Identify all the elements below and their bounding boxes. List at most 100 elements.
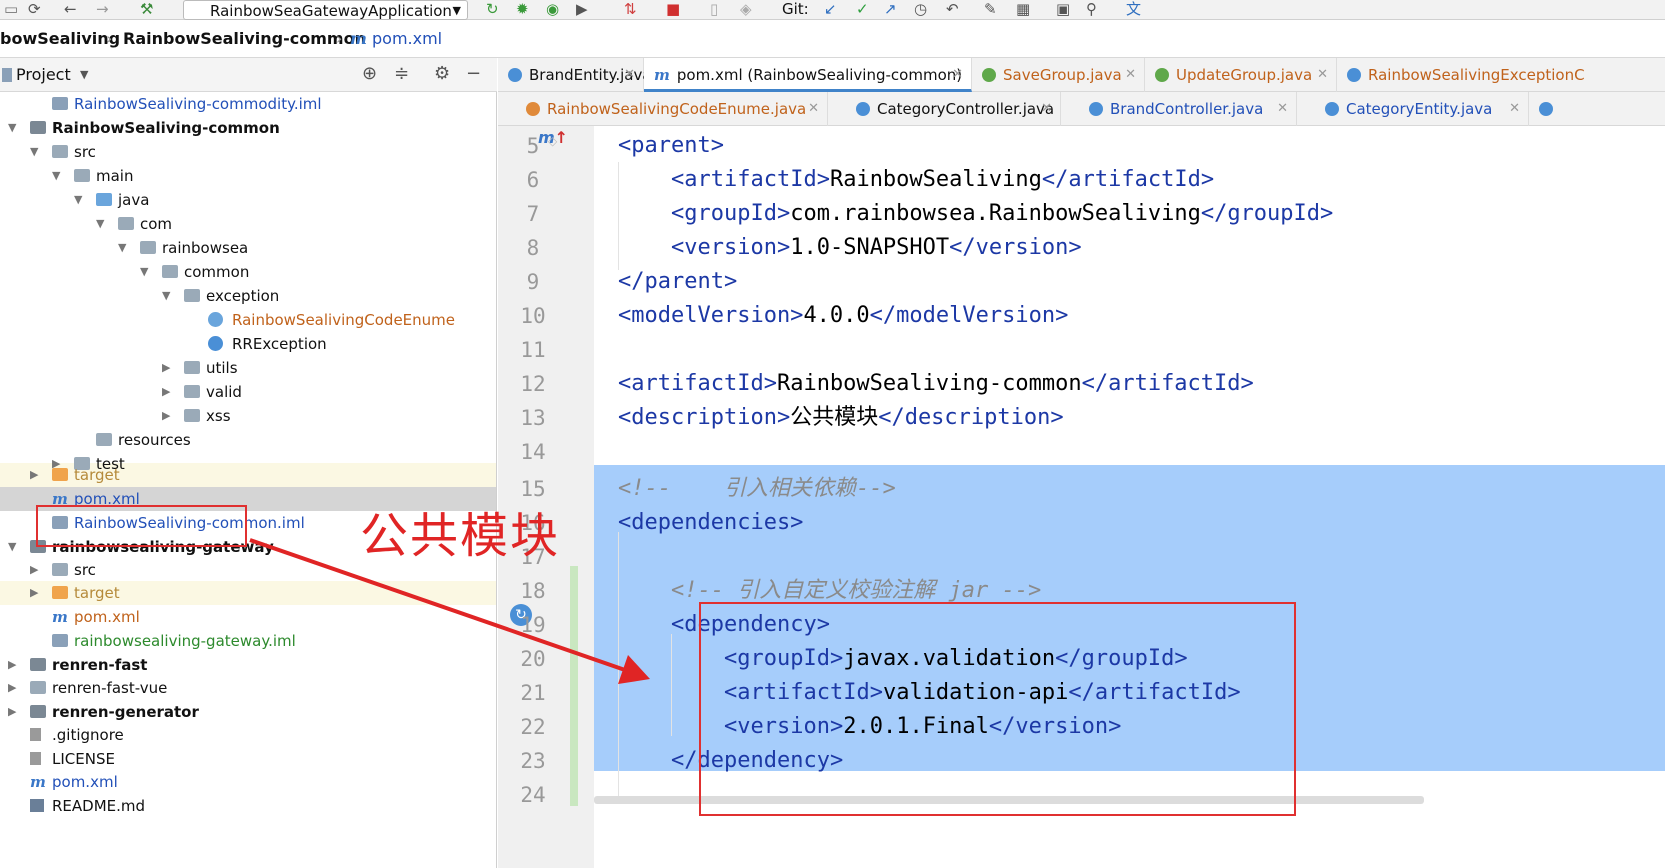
close-icon[interactable]: ✕ [1041,92,1052,126]
close-icon[interactable]: ✕ [1125,58,1136,92]
breadcrumb-item[interactable]: bowSealiving [0,20,120,58]
expanded-arrow-icon[interactable]: ▼ [30,140,38,164]
translate-icon[interactable]: 文 [1126,0,1141,19]
tree-item[interactable]: ▶ target [30,581,120,605]
expanded-arrow-icon[interactable]: ▼ [74,188,82,212]
search-icon[interactable]: ⚲ [1086,0,1097,19]
device-icon[interactable]: ▯ [710,0,718,19]
terminal-icon[interactable]: ▣ [1056,0,1070,19]
tree-item[interactable]: LICENSE [30,747,115,771]
forward-icon[interactable]: → [96,0,109,19]
collapsed-arrow-icon[interactable]: ▶ [162,356,170,380]
breadcrumb-item[interactable]: RainbowSealiving-common [123,20,366,58]
tree-item[interactable]: ▶ xss [162,404,231,428]
git-update-icon[interactable]: ↙ [824,0,837,19]
editor-tab[interactable]: UpdateGroup.java ✕ [1145,58,1337,92]
tree-item[interactable]: ▶ renren-generator [8,700,199,724]
attach-icon[interactable]: ⇅ [624,0,637,19]
folder-icon[interactable]: ▭ [4,0,18,19]
tree-item[interactable]: m pom.xml [30,770,118,794]
chevron-down-icon[interactable]: ▼ [80,68,88,81]
profile-icon[interactable]: ▶ [576,0,588,19]
stop-icon[interactable]: ■ [666,0,680,19]
tree-item[interactable]: ▶ valid [162,380,242,404]
expanded-arrow-icon[interactable]: ▼ [162,284,170,308]
tree-item[interactable]: ▼ rainbowsea [118,236,248,260]
expanded-arrow-icon[interactable]: ▼ [52,164,60,188]
editor-tab[interactable]: BrandEntity.java ✕ [498,58,652,92]
expanded-arrow-icon[interactable]: ▼ [8,116,16,140]
debug-bug-icon[interactable]: ✹ [516,0,529,19]
close-icon[interactable]: ✕ [1317,58,1328,92]
tree-item[interactable]: RRException [208,332,327,356]
close-icon[interactable]: ✕ [1509,92,1520,126]
deploy-icon[interactable]: ◈ [740,0,752,19]
collapsed-arrow-icon[interactable]: ▶ [162,380,170,404]
code-line[interactable]: <!-- 引入相关依赖--> [618,471,896,507]
locate-target-icon[interactable]: ⊕ [362,63,377,84]
close-icon[interactable]: ✕ [952,58,963,92]
collapsed-arrow-icon[interactable]: ▶ [8,700,16,724]
editor-tab[interactable]: BrandController.java ✕ [1061,92,1297,126]
tree-item[interactable]: .gitignore [30,723,124,747]
collapsed-arrow-icon[interactable]: ▶ [8,676,16,700]
code-line[interactable]: <groupId>com.rainbowsea.RainbowSealiving… [671,196,1333,232]
build-hammer-icon[interactable]: ⚒ [140,0,153,19]
tree-item[interactable]: ▶ renren-fast-vue [8,676,167,700]
editor-tab[interactable]: SaveGroup.java ✕ [972,58,1145,92]
tree-item[interactable]: RainbowSealiving-commodity.iml [52,92,322,116]
tree-item[interactable]: ▶ utils [162,356,238,380]
sync-icon[interactable]: ⟳ [28,0,41,19]
tree-item[interactable]: ▼ exception [162,284,279,308]
tree-item[interactable]: RainbowSealivingCodeEnume [208,308,455,332]
close-icon[interactable]: ✕ [624,58,635,92]
code-line[interactable]: <parent> [618,128,724,164]
code-line[interactable]: <modelVersion>4.0.0</modelVersion> [618,298,1068,334]
rerun-icon[interactable]: ↻ [486,0,499,19]
git-commit-icon[interactable]: ✓ [856,0,869,19]
tree-item[interactable]: ▼ main [52,164,133,188]
editor-tab[interactable]: RainbowSealivingCodeEnume.java ✕ [498,92,828,126]
tree-item[interactable]: README.md [30,794,145,818]
tree-item[interactable]: ▼ com [96,212,172,236]
tree-item[interactable]: ▶ target [30,463,120,487]
editor-tab[interactable] [1529,92,1665,126]
expanded-arrow-icon[interactable]: ▼ [96,212,104,236]
collapse-all-icon[interactable]: ≑ [394,63,409,84]
collapsed-arrow-icon[interactable]: ▶ [30,558,38,582]
code-line[interactable]: <version>1.0-SNAPSHOT</version> [671,230,1082,266]
collapsed-arrow-icon[interactable]: ▶ [30,581,38,605]
collapsed-arrow-icon[interactable]: ▶ [162,404,170,428]
close-icon[interactable]: ✕ [1277,92,1288,126]
editor-tab[interactable]: CategoryEntity.java ✕ [1297,92,1529,126]
settings-wrench-icon[interactable]: ✎ [984,0,997,19]
collapsed-arrow-icon[interactable]: ▶ [8,653,16,677]
run-configuration-select[interactable]: RainbowSeaGatewayApplication ▼ [183,0,468,20]
project-panel-title[interactable]: Project [16,65,71,84]
tree-item[interactable]: ▶ renren-fast [8,653,147,677]
expanded-arrow-icon[interactable]: ▼ [140,260,148,284]
git-push-icon[interactable]: ↗ [884,0,897,19]
close-icon[interactable]: ✕ [808,92,819,126]
code-line[interactable]: <description>公共模块</description> [618,400,1064,436]
code-line[interactable]: </parent> [618,264,737,300]
tree-item[interactable]: ▶ src [30,558,96,582]
code-line[interactable]: <artifactId>RainbowSealiving-common</art… [618,366,1254,402]
project-structure-icon[interactable]: ▦ [1016,0,1030,19]
expanded-arrow-icon[interactable]: ▼ [118,236,126,260]
breadcrumb-item[interactable]: pom.xml [372,20,442,58]
collapsed-arrow-icon[interactable]: ▶ [30,463,38,487]
coverage-icon[interactable]: ◉ [546,0,559,19]
rollback-icon[interactable]: ↶ [946,0,959,19]
gear-icon[interactable]: ⚙ [434,63,450,84]
back-icon[interactable]: ← [64,0,77,19]
expanded-arrow-icon[interactable]: ▼ [8,535,16,559]
hide-panel-icon[interactable]: − [466,63,481,84]
tree-item[interactable]: ▼ common [140,260,249,284]
history-icon[interactable]: ◷ [914,0,927,19]
tree-item[interactable]: m pom.xml [52,605,140,629]
tree-item[interactable]: ▼ RainbowSealiving-common [8,116,280,140]
tree-item[interactable]: ▼ java [74,188,149,212]
tree-item[interactable]: ▼ src [30,140,96,164]
editor-tab-active[interactable]: m pom.xml (RainbowSealiving-common) ✕ [644,58,972,92]
